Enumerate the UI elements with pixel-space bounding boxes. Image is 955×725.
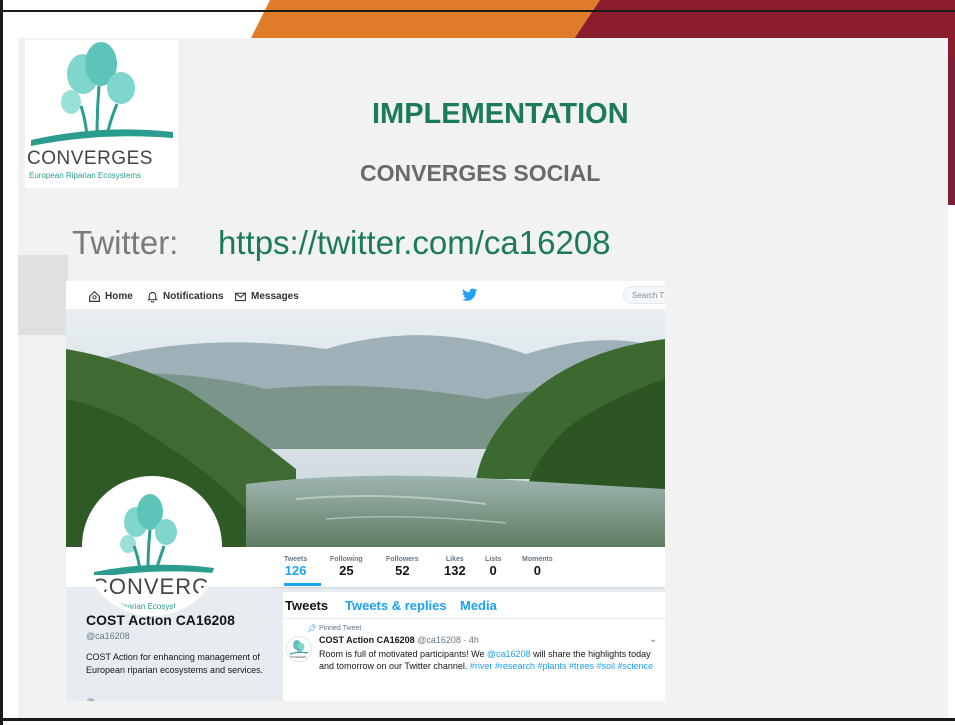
profile-location: @ <box>86 697 95 701</box>
slide-frame-top <box>0 10 955 12</box>
profile-avatar[interactable]: CONVERGES ean Riparian Ecosyst <box>82 476 222 616</box>
decorative-gray-band <box>18 255 68 335</box>
tab-media[interactable]: Media <box>460 598 497 613</box>
nav-notifications[interactable]: Notifications <box>146 290 224 303</box>
nav-messages-label: Messages <box>251 291 299 302</box>
bell-icon <box>147 291 158 303</box>
nav-home[interactable]: Home <box>88 290 133 303</box>
timeline-tabs: Tweets Tweets & replies Media <box>283 592 665 619</box>
profile-bio: COST Action for enhancing management of … <box>86 652 264 675</box>
nav-home-label: Home <box>105 291 133 302</box>
tweet-handle-time: @ca16208 · 4h <box>417 635 479 645</box>
tab-tweets-replies[interactable]: Tweets & replies <box>345 598 447 613</box>
stat-value: 0 <box>489 563 497 578</box>
tweet-avatar-label: CONVERGES <box>287 655 307 659</box>
pinned-tweet[interactable]: 📌︎ Pinned Tweet CONVERGES COST Action CA… <box>283 619 665 701</box>
twitter-label: Twitter: <box>72 224 179 261</box>
tweet-text: Room is full of motivated participants! … <box>319 648 661 672</box>
nav-notifications-label: Notifications <box>163 291 224 302</box>
twitter-bird-icon[interactable] <box>462 288 478 302</box>
stat-moments[interactable]: Moments 0 <box>522 556 553 578</box>
stat-label: Moments <box>522 556 553 563</box>
twitter-profile-screenshot: Home Notifications Messages Search T Twe… <box>66 281 665 701</box>
active-tab-underline <box>284 583 321 586</box>
tweet-hashtags[interactable]: #river #research #plants #trees #soil #s… <box>470 661 653 671</box>
tweet-text-part: Room is full of motivated participants! … <box>319 649 487 659</box>
stat-label: Lists <box>485 556 502 563</box>
stat-following[interactable]: Following 25 <box>330 556 363 578</box>
slide-frame-bottom <box>0 718 955 721</box>
avatar-logo-name: CONVERGES <box>92 574 218 599</box>
stat-followers[interactable]: Followers 52 <box>386 556 419 578</box>
tweet-author[interactable]: COST Action CA16208 <box>319 635 415 645</box>
tweet-avatar[interactable]: CONVERGES <box>286 636 312 662</box>
search-input[interactable]: Search T <box>623 286 665 304</box>
twitter-url-link[interactable]: https://twitter.com/ca16208 <box>218 224 611 262</box>
tweet-header: COST Action CA16208 @ca16208 · 4h <box>319 635 479 645</box>
envelope-icon <box>235 292 246 302</box>
chevron-down-icon[interactable]: ⌄ <box>649 634 657 645</box>
slide-subtitle: CONVERGES SOCIAL <box>360 160 601 186</box>
pin-icon: 📌︎ <box>307 624 318 633</box>
stat-label: Likes <box>445 556 464 563</box>
stat-label: Tweets <box>284 556 308 563</box>
nav-messages[interactable]: Messages <box>234 290 299 303</box>
stat-tweets[interactable]: Tweets 126 <box>284 556 307 578</box>
stat-label: Followers <box>386 556 419 563</box>
tab-tweets[interactable]: Tweets <box>285 598 328 613</box>
avatar-logo-tagline: ean Riparian Ecosyst <box>100 602 176 611</box>
stat-likes[interactable]: Likes 132 <box>444 556 466 578</box>
tweet-mention-link[interactable]: @ca16208 <box>487 649 531 659</box>
logo-tagline: European Riparian Ecosystems <box>29 171 142 180</box>
slide-frame-left <box>0 0 3 725</box>
converges-logo: CONVERGES European Riparian Ecosystems <box>25 40 178 188</box>
stat-label: Following <box>330 556 363 563</box>
stat-value: 52 <box>395 563 410 578</box>
slide: CONVERGES European Riparian Ecosystems I… <box>0 0 955 725</box>
stat-value: 126 <box>284 563 307 578</box>
stat-value: 132 <box>444 563 466 578</box>
slide-title: IMPLEMENTATION <box>372 98 629 130</box>
stat-value: 0 <box>533 563 541 578</box>
tweet-timeline: Tweets Tweets & replies Media 📌︎ Pinned … <box>283 592 665 701</box>
profile-handle[interactable]: @ca16208 <box>86 631 130 641</box>
stat-value: 25 <box>339 563 354 578</box>
trees-logo-icon <box>31 42 173 146</box>
stat-lists[interactable]: Lists 0 <box>485 556 501 578</box>
twitter-top-nav: Home Notifications Messages Search T <box>66 281 665 309</box>
pinned-label: Pinned Tweet <box>319 625 362 632</box>
trees-logo-icon <box>94 494 214 575</box>
logo-name: CONVERGES <box>27 148 153 169</box>
home-icon <box>89 290 100 302</box>
